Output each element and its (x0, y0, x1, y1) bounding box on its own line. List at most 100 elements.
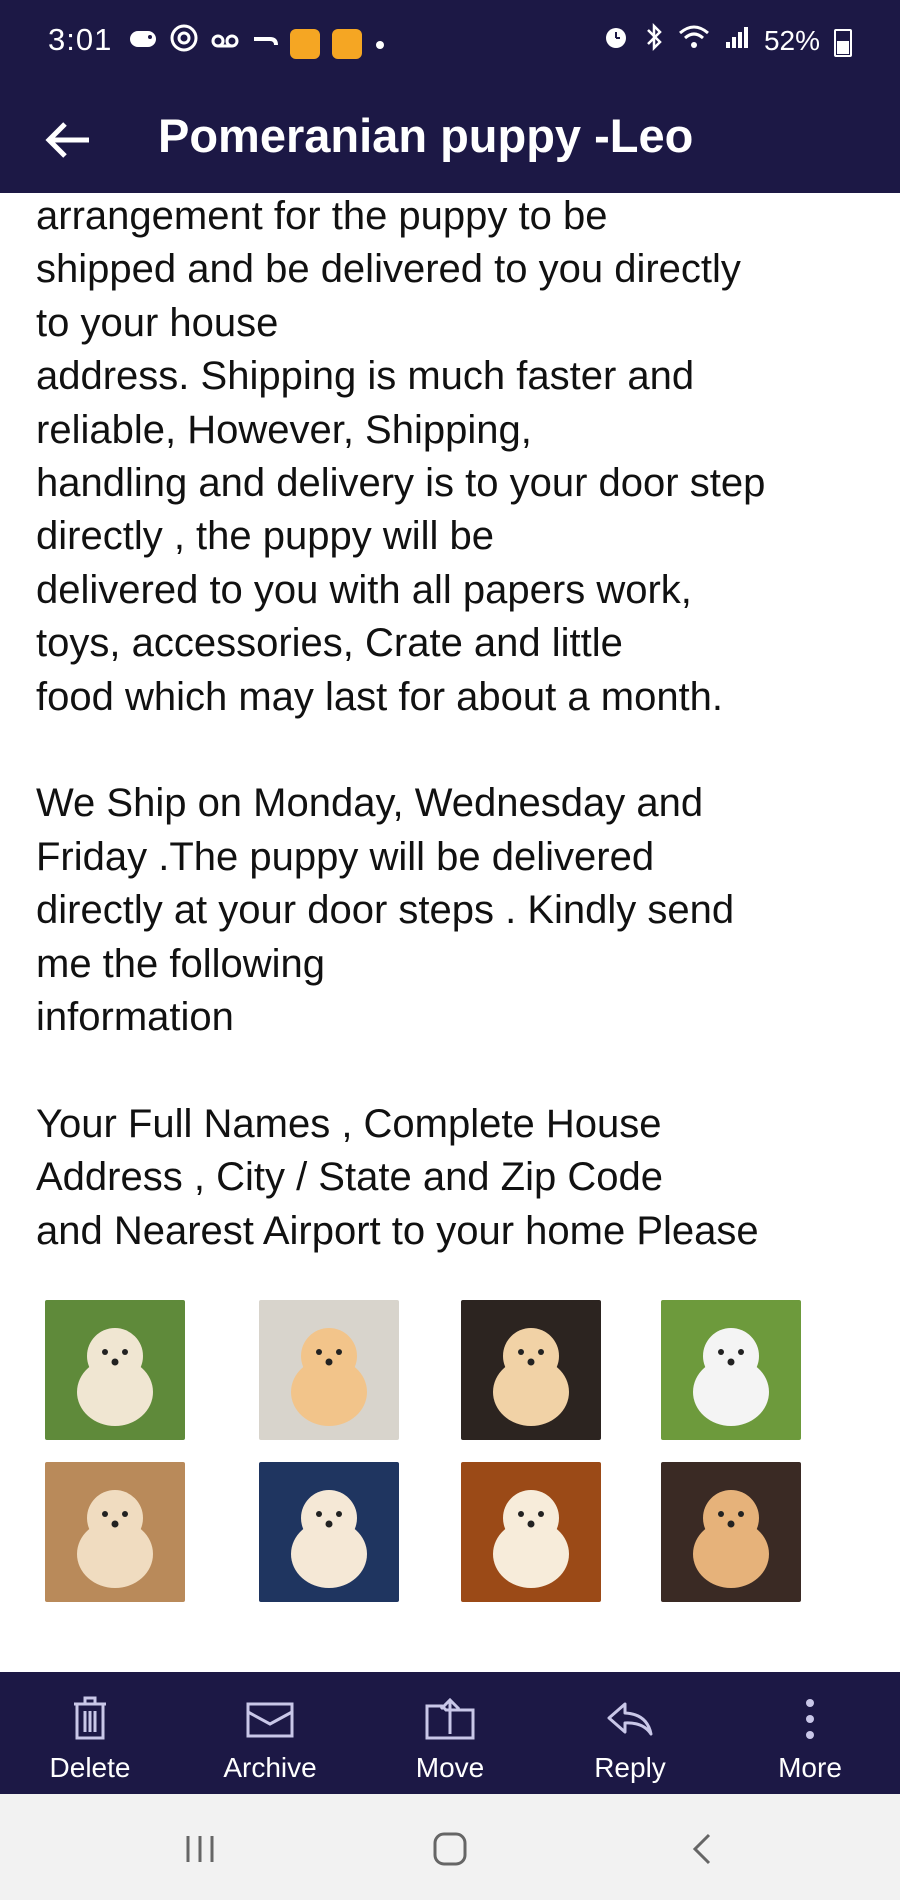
nav-back-button[interactable] (662, 1824, 742, 1874)
puppy-photo-7[interactable] (461, 1462, 601, 1602)
archive-label: Archive (223, 1752, 317, 1783)
puppy-eye (102, 1349, 108, 1355)
message-line: shipped and be delivered to you directly (36, 247, 741, 292)
puppy-nose (325, 1358, 333, 1366)
status-system-icons: 52% (602, 22, 852, 59)
puppy-eye (718, 1349, 724, 1355)
message-line: We Ship on Monday, Wednesday and (36, 781, 704, 826)
puppy-eye (102, 1511, 108, 1517)
puppy-head (301, 1490, 357, 1546)
emoji-badge-icon (332, 28, 362, 59)
trash-icon (70, 1694, 110, 1744)
puppy-photo-1[interactable] (45, 1300, 185, 1440)
message-line: address. Shipping is much faster and (36, 354, 695, 399)
puppy-photo-8-illustration (661, 1462, 801, 1602)
puppy-head (503, 1328, 559, 1384)
message-action-toolbar: Delete Archive Move Reply More (0, 1672, 900, 1794)
message-line: Your Full Names , Complete House (36, 1101, 662, 1146)
message-body: arrangement for the puppy to be shipped … (36, 190, 876, 1258)
puppy-photo-1-illustration (45, 1300, 185, 1440)
puppy-eye (538, 1511, 544, 1517)
message-line: Address , City / State and Zip Code (36, 1155, 663, 1200)
archive-button[interactable]: Archive (180, 1672, 360, 1794)
more-label: More (778, 1752, 842, 1783)
arrow-icon (252, 26, 278, 62)
message-line: and Nearest Airport to your home Please (36, 1208, 759, 1253)
puppy-photo-5-illustration (45, 1462, 185, 1602)
puppy-photo-2[interactable] (259, 1300, 399, 1440)
battery-percent: 52% (763, 24, 820, 56)
message-line: reliable, However, Shipping, (36, 407, 532, 452)
message-line: me the following (36, 941, 326, 986)
message-line: handling and delivery is to your door st… (36, 461, 766, 506)
emoji-badge-icon (290, 28, 320, 59)
signal-icon (724, 24, 750, 57)
message-line: arrangement for the puppy to be (36, 194, 608, 238)
podcast-icon (170, 24, 198, 63)
more-vertical-icon (804, 1694, 816, 1744)
recent-apps-icon (186, 1836, 214, 1862)
move-button[interactable]: Move (360, 1672, 540, 1794)
puppy-photo-2-illustration (259, 1300, 399, 1440)
move-label: Move (415, 1752, 485, 1783)
dot-icon (374, 26, 386, 62)
message-line: information (36, 995, 234, 1040)
puppy-nose (527, 1520, 535, 1528)
puppy-nose (727, 1520, 735, 1528)
puppy-eye (122, 1511, 128, 1517)
message-line: to your house (36, 300, 279, 345)
message-line: Friday .The puppy will be delivered (36, 834, 655, 879)
more-button[interactable]: More (720, 1672, 900, 1794)
puppy-photo-5[interactable] (45, 1462, 185, 1602)
arrow-left-icon (45, 122, 89, 158)
status-notification-icons (128, 24, 386, 63)
home-button[interactable] (410, 1824, 490, 1874)
message-line: delivered to you with all papers work, (36, 567, 692, 612)
page-title: Pomeranian puppy -Leo (158, 109, 694, 162)
puppy-nose (111, 1520, 119, 1528)
voicemail-icon (210, 26, 240, 62)
archive-icon (245, 1694, 295, 1744)
puppy-nose (727, 1358, 735, 1366)
reply-icon (605, 1694, 655, 1744)
system-navigation-bar (0, 1794, 900, 1900)
puppy-eye (122, 1349, 128, 1355)
puppy-head (703, 1490, 759, 1546)
reply-label: Reply (594, 1752, 666, 1783)
alarm-icon (602, 23, 630, 58)
status-bar: 3:01 52% (0, 0, 900, 86)
app-header: Pomeranian puppy -Leo (0, 86, 900, 193)
puppy-photo-7-illustration (461, 1462, 601, 1602)
puppy-eye (336, 1511, 342, 1517)
message-line: directly at your door steps . Kindly sen… (36, 888, 735, 933)
chevron-left-icon (692, 1833, 711, 1865)
puppy-head (503, 1490, 559, 1546)
puppy-photo-6-illustration (259, 1462, 399, 1602)
puppy-photo-6[interactable] (259, 1462, 399, 1602)
puppy-head (87, 1490, 143, 1546)
puppy-head (87, 1328, 143, 1384)
delete-button[interactable]: Delete (0, 1672, 180, 1794)
message-line: toys, accessories, Crate and little (36, 621, 623, 666)
puppy-eye (316, 1511, 322, 1517)
puppy-eye (738, 1511, 744, 1517)
puppy-photo-4[interactable] (661, 1300, 801, 1440)
puppy-photo-8[interactable] (661, 1462, 801, 1602)
recent-apps-button[interactable] (160, 1824, 240, 1874)
message-line: directly , the puppy will be (36, 514, 495, 559)
puppy-photo-3[interactable] (461, 1300, 601, 1440)
puppy-head (301, 1328, 357, 1384)
move-folder-icon (424, 1694, 476, 1744)
puppy-photo-3-illustration (461, 1300, 601, 1440)
reply-button[interactable]: Reply (540, 1672, 720, 1794)
wifi-icon (678, 24, 710, 57)
puppy-nose (527, 1358, 535, 1366)
puppy-head (703, 1328, 759, 1384)
puppy-photo-4-illustration (661, 1300, 801, 1440)
back-button[interactable] (36, 110, 100, 170)
delete-label: Delete (49, 1752, 131, 1783)
game-controller-icon (128, 25, 158, 62)
battery-icon (834, 28, 852, 57)
